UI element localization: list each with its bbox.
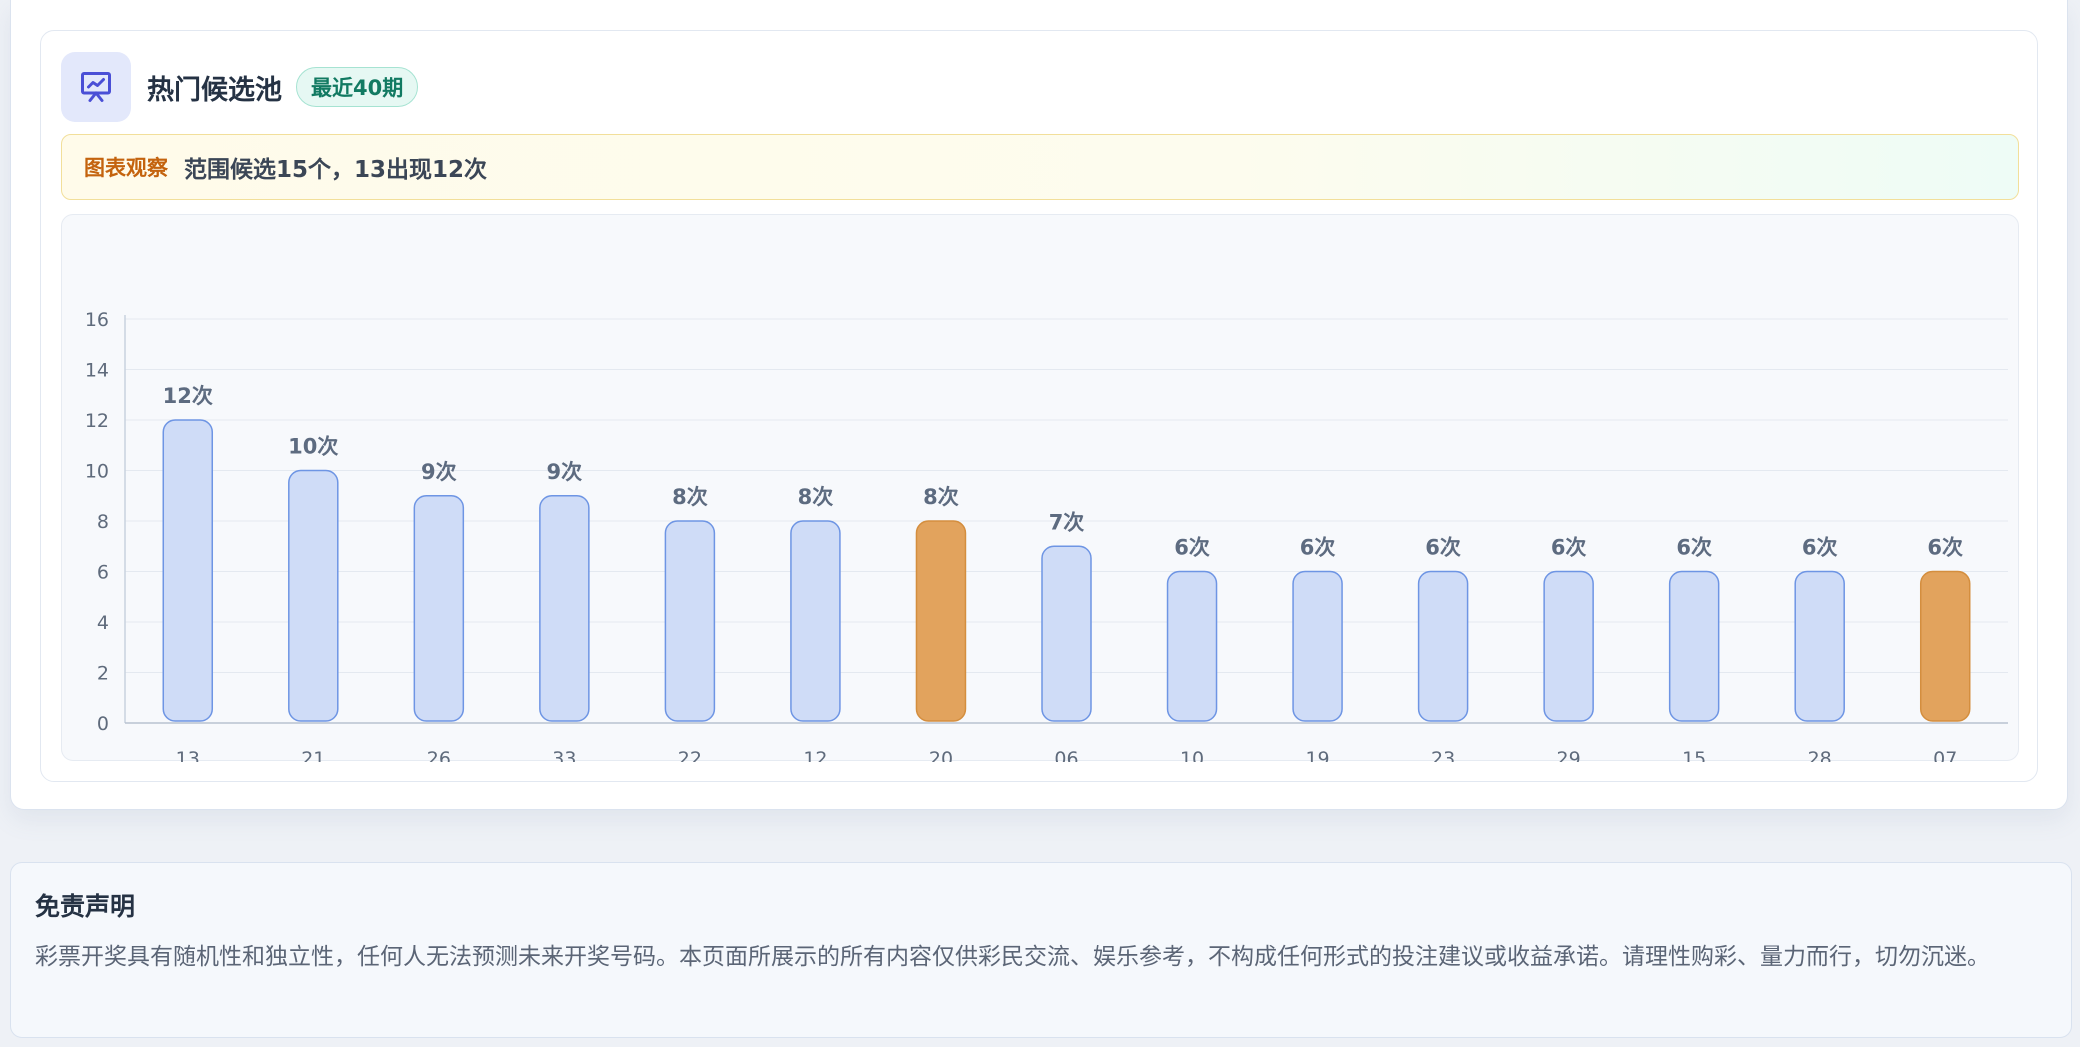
disclaimer-text: 彩票开奖具有随机性和独立性，任何人无法预测未来开奖号码。本页面所展示的所有内容仅…: [35, 944, 1990, 970]
frequency-bar-chart: 0 2 4 6 8 10 12 14 16 12次 13 10次 21 9次 26 9次 33 8次 22 8次 12 8…: [85, 309, 2008, 762]
x-tick-label: 20: [929, 748, 953, 762]
x-tick-label: 33: [552, 748, 576, 762]
observation-tag: 图表观察: [84, 156, 168, 180]
x-tick-label: 26: [427, 748, 451, 762]
y-tick-label: 0: [97, 713, 109, 735]
x-tick-label: 10: [1180, 748, 1204, 762]
chart-observation-banner: 图表观察 范围候选15个，13出现12次: [61, 134, 2019, 200]
card-header: 热门候选池 最近40期: [61, 52, 419, 122]
y-tick-label: 16: [85, 309, 109, 331]
y-tick-label: 12: [85, 410, 109, 432]
bar-data-label: 9次: [547, 460, 583, 484]
bar-data-label: 10次: [288, 435, 338, 459]
bar-28: [1794, 570, 1845, 722]
x-tick-label: 21: [301, 748, 325, 762]
x-tick-label: 29: [1557, 748, 1581, 762]
x-tick-label: 07: [1933, 748, 1957, 762]
bar-20: [915, 520, 967, 722]
y-tick-label: 2: [97, 663, 109, 685]
bar-data-label: 6次: [1802, 536, 1838, 560]
x-tick-label: 06: [1054, 748, 1078, 762]
x-tick-label: 28: [1808, 748, 1832, 762]
disclaimer-box: 免责声明 彩票开奖具有随机性和独立性，任何人无法预测未来开奖号码。本页面所展示的…: [10, 862, 2072, 1038]
bar-06: [1041, 545, 1092, 722]
bar-29: [1543, 570, 1594, 722]
bar-data-label: 9次: [421, 460, 457, 484]
observation-text: 范围候选15个，13出现12次: [184, 157, 488, 183]
hot-pool-card: 热门候选池 最近40期 图表观察 范围候选15个，13出现12次 0 2 4 6 8 10…: [40, 30, 2038, 782]
bar-19: [1292, 570, 1343, 722]
bar-data-label: 8次: [923, 485, 959, 509]
y-tick-label: 4: [97, 612, 109, 634]
x-tick-label: 22: [678, 748, 702, 762]
y-tick-label: 10: [85, 461, 109, 483]
bar-13: [162, 419, 214, 722]
y-tick-label: 8: [97, 511, 109, 533]
bar-26: [413, 495, 465, 722]
bar-33: [539, 495, 590, 722]
bar-22: [664, 520, 716, 722]
card-title: 热门候选池: [147, 74, 282, 106]
disclaimer-title: 免责声明: [35, 892, 136, 921]
bar-data-label: 6次: [1676, 536, 1712, 560]
bar-15: [1668, 570, 1720, 722]
bar-12: [790, 520, 841, 722]
x-tick-label: 13: [176, 748, 200, 762]
bar-data-label: 6次: [1300, 536, 1336, 560]
x-tick-label: 12: [803, 748, 827, 762]
bar-data-label: 6次: [1425, 536, 1461, 560]
chart-panel: 0 2 4 6 8 10 12 14 16 12次 13 10次 21 9次 26 9次 33 8次 22 8次 12 8…: [61, 214, 2019, 762]
bar-data-label: 6次: [1927, 536, 1963, 560]
x-tick-label: 23: [1431, 748, 1455, 762]
bar-data-label: 7次: [1049, 510, 1085, 534]
x-tick-label: 15: [1682, 748, 1706, 762]
chart-presentation-icon: [61, 52, 131, 122]
bar-23: [1417, 570, 1469, 722]
hot-pool-section: 热门候选池 最近40期 图表观察 范围候选15个，13出现12次 0 2 4 6 8 10…: [10, 0, 2068, 810]
bar-data-label: 12次: [163, 384, 213, 408]
bar-data-label: 6次: [1551, 536, 1587, 560]
bar-data-label: 8次: [798, 485, 834, 509]
bar-data-label: 6次: [1174, 536, 1210, 560]
bar-07: [1919, 570, 1971, 722]
y-tick-label: 14: [85, 360, 109, 382]
y-tick-label: 6: [97, 562, 109, 584]
x-tick-label: 19: [1305, 748, 1329, 762]
bar-data-label: 8次: [672, 485, 708, 509]
bar-21: [288, 469, 339, 722]
bar-10: [1166, 570, 1218, 722]
period-badge: 最近40期: [296, 67, 419, 107]
